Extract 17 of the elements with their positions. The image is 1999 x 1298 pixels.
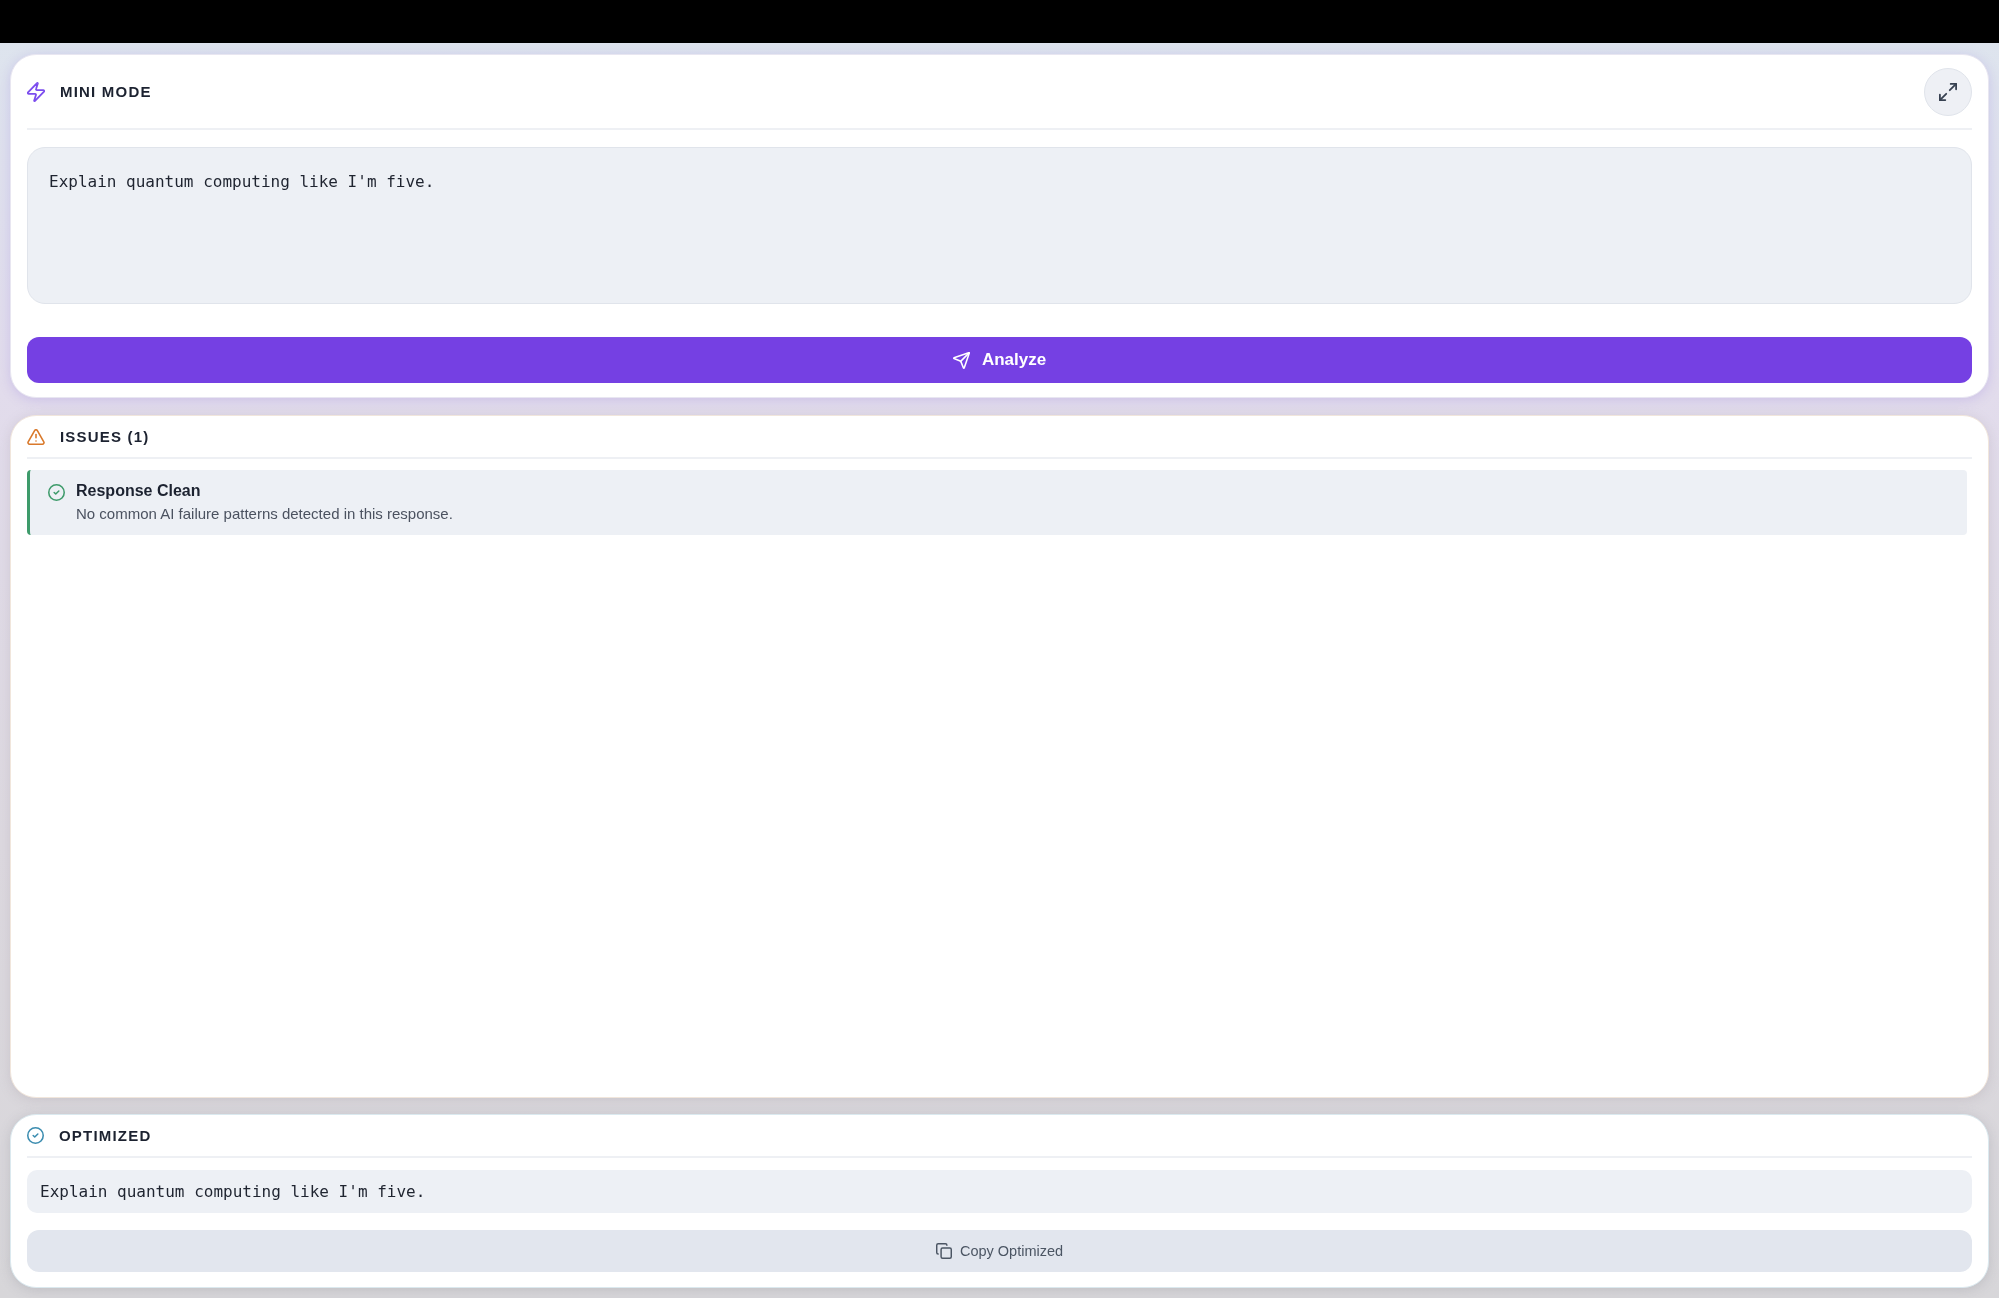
prompt-field[interactable]: Explain quantum computing like I'm five. <box>27 147 1972 304</box>
issue-title: Response Clean <box>76 481 202 501</box>
section-title: ISSUES (1) <box>60 428 150 445</box>
warning-icon <box>27 428 45 445</box>
copy-icon <box>935 1243 952 1259</box>
check-circle-icon <box>27 1127 44 1144</box>
send-icon <box>952 351 970 369</box>
optimized-text: Explain quantum computing like I'm five. <box>27 1170 1972 1213</box>
lightning-icon <box>27 81 45 102</box>
check-circle-icon <box>48 484 65 501</box>
expand-button[interactable] <box>1924 68 1972 116</box>
expand-icon <box>1939 83 1957 101</box>
copy-button[interactable]: Copy Optimized <box>27 1230 1972 1272</box>
issue-description: No common AI failure patterns detected in this response. <box>76 504 453 523</box>
analyze-button[interactable]: Analyze <box>27 337 1972 383</box>
section-title: OPTIMIZED <box>59 1127 152 1144</box>
section-title: MINI MODE <box>60 83 152 100</box>
